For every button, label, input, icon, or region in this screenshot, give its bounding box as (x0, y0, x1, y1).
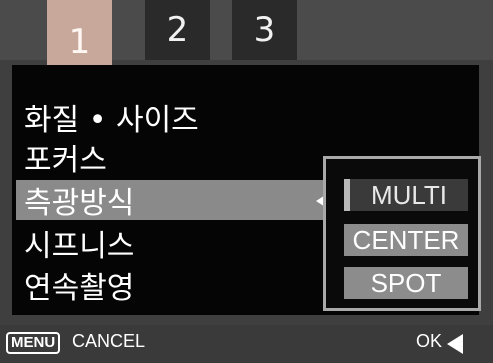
ok-label: OK (416, 331, 443, 351)
menu-item-label: 화질 • 사이즈 (24, 103, 199, 138)
menu-button-icon[interactable]: MENU (6, 332, 61, 354)
menu-item-label: 연속촬영 (24, 271, 135, 306)
ok-arrow-icon[interactable] (447, 334, 463, 354)
option-center[interactable]: CENTER (344, 224, 468, 256)
camera-menu-screen: 1 2 3 화질 • 사이즈 포커스 측광방식 시프니스 연속촬영 MULTI … (0, 0, 493, 363)
tab-3-label: 3 (253, 10, 276, 50)
tab-3[interactable]: 3 (232, 0, 297, 60)
menu-item-label: 포커스 (24, 143, 107, 178)
menu-item-label: 시프니스 (24, 229, 135, 264)
cancel-label: CANCEL (72, 331, 146, 351)
tab-2[interactable]: 2 (145, 0, 210, 60)
menu-item-label: 측광방식 (24, 186, 135, 221)
option-spot[interactable]: SPOT (344, 267, 468, 299)
tab-bar: 1 2 3 (0, 0, 493, 98)
option-label: SPOT (370, 267, 442, 298)
option-multi[interactable]: MULTI (344, 179, 468, 211)
menu-item-metering[interactable]: 측광방식 (16, 180, 332, 221)
menu-item-image-size[interactable]: 화질 • 사이즈 (16, 97, 476, 138)
metering-submenu: MULTI CENTER SPOT (323, 156, 481, 311)
option-label: CENTER (352, 224, 460, 255)
option-label: MULTI (370, 179, 448, 210)
footer-bar: MENU CANCEL OK (0, 325, 493, 363)
tab-1-label: 1 (68, 22, 91, 62)
tab-2-label: 2 (166, 10, 189, 50)
